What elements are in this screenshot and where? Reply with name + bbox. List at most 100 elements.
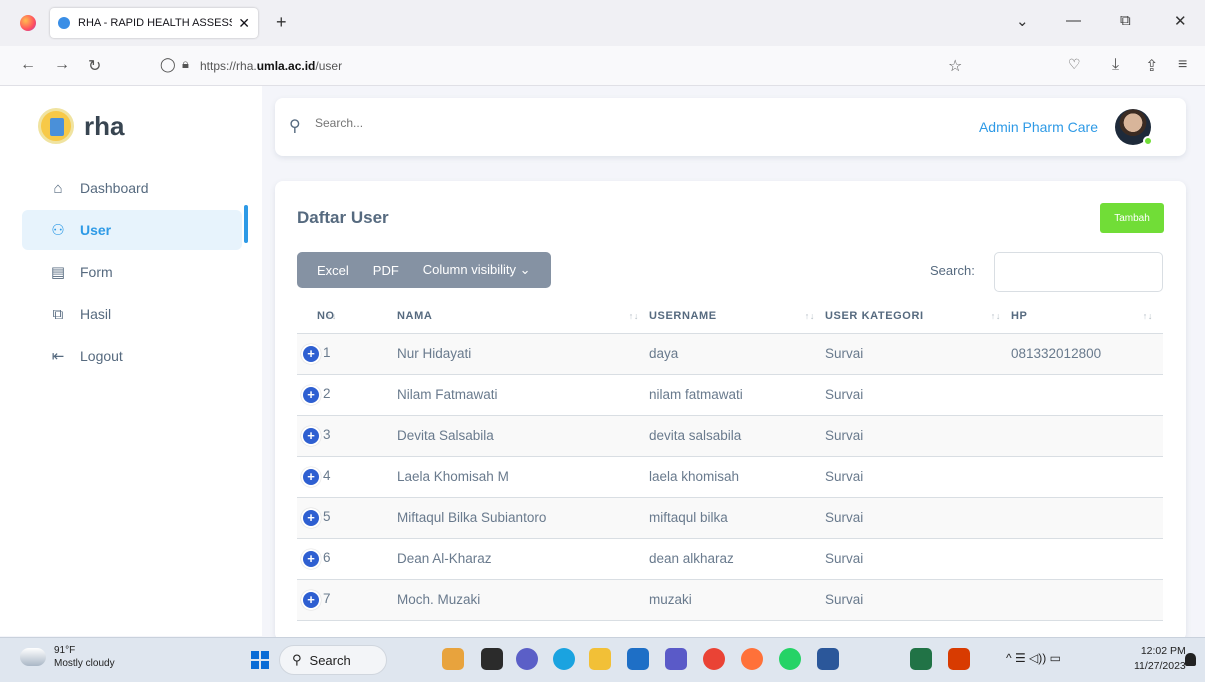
system-tray[interactable]: ^ ☰ ◁)) ▭	[1006, 651, 1061, 665]
table-row[interactable]: +4 Laela Khomisah M laela khomisah Surva…	[297, 456, 1163, 498]
expand-row-icon[interactable]: +	[303, 550, 319, 567]
logout-icon: ⇤	[51, 348, 65, 365]
brand[interactable]: rha	[38, 108, 124, 144]
cell-kategori: Survai	[825, 538, 1011, 580]
sort-icon: ↑↓	[326, 311, 337, 321]
clock[interactable]: 12:02 PM 11/27/2023	[1134, 644, 1186, 674]
column-visibility-button[interactable]: Column visibility ⌄	[411, 262, 543, 278]
lock-icon[interactable]: 🔒︎	[182, 56, 189, 72]
column-header-hp[interactable]: HP ↑↓	[1011, 299, 1163, 334]
cell-hp	[1011, 374, 1163, 416]
url-bar[interactable]: https://rha. umla.ac.id/user	[200, 54, 342, 78]
table-search-input[interactable]	[994, 252, 1163, 292]
sidebar-item-dashboard[interactable]: ⌂ Dashboard	[22, 168, 242, 208]
edge-icon[interactable]	[553, 648, 575, 670]
expand-row-icon[interactable]: +	[303, 386, 319, 403]
cell-kategori: Survai	[825, 374, 1011, 416]
sidebar-item-user[interactable]: ⚇ User	[22, 210, 242, 250]
reload-icon[interactable]: ↻	[88, 56, 101, 76]
new-tab-button[interactable]: +	[276, 12, 287, 33]
user-name[interactable]: Admin Pharm Care	[979, 119, 1098, 135]
maximize-button[interactable]: ⧉	[1120, 12, 1131, 29]
shield-icon[interactable]: ◯	[160, 56, 176, 73]
cell-kategori: Survai	[825, 456, 1011, 498]
cell-hp	[1011, 579, 1163, 621]
sidebar-item-label: User	[80, 222, 112, 238]
cell-nama: Nilam Fatmawati	[397, 374, 649, 416]
sidebar-menu: ⌂ Dashboard ⚇ User ▤ Form ⧉ Hasil ⇤ Logo…	[22, 168, 264, 378]
pocket-icon[interactable]: ♡	[1068, 56, 1081, 73]
cell-hp	[1011, 415, 1163, 457]
search-input[interactable]	[315, 116, 615, 130]
cell-nama: Miftaqul Bilka Subiantoro	[397, 497, 649, 539]
cell-hp	[1011, 497, 1163, 539]
sort-icon: ↑↓	[804, 311, 815, 321]
back-icon[interactable]: ←	[20, 56, 36, 74]
share-icon[interactable]: ⇪	[1145, 56, 1158, 76]
minimize-button[interactable]: —	[1066, 12, 1081, 29]
search-icon: ⚲	[292, 652, 302, 667]
cell-username: dean alkharaz	[649, 538, 825, 580]
clock-date: 11/27/2023	[1134, 660, 1186, 672]
column-header-kategori[interactable]: USER KATEGORI ↑↓	[825, 299, 1011, 334]
column-header-username[interactable]: USERNAME ↑↓	[649, 299, 825, 334]
firefox-icon[interactable]	[20, 15, 36, 31]
table-row[interactable]: +2 Nilam Fatmawati nilam fatmawati Surva…	[297, 374, 1163, 416]
form-icon: ▤	[50, 264, 66, 281]
firefox-taskbar-icon[interactable]	[741, 648, 763, 670]
notification-bell-icon[interactable]	[1185, 653, 1196, 666]
star-icon[interactable]: ☆	[948, 56, 962, 76]
sidebar-item-form[interactable]: ▤ Form	[22, 252, 242, 292]
widgets-app-icon[interactable]	[442, 648, 464, 670]
taskbar: 91°F Mostly cloudy ⚲ Search ^ ☰ ◁)) ▭ 12…	[0, 637, 1205, 682]
close-tab-icon[interactable]: ✕	[238, 15, 250, 32]
weather-widget[interactable]: 91°F Mostly cloudy	[20, 644, 115, 670]
close-window-button[interactable]: ✕	[1174, 12, 1187, 30]
word-icon[interactable]	[817, 648, 839, 670]
download-icon[interactable]: ⤓	[1112, 56, 1119, 74]
expand-row-icon[interactable]: +	[303, 509, 319, 526]
sort-icon: ↑↓	[990, 311, 1001, 321]
add-user-button[interactable]: Tambah	[1100, 203, 1164, 233]
excel-button[interactable]: Excel	[305, 263, 361, 278]
excel-icon[interactable]	[910, 648, 932, 670]
chrome-icon[interactable]	[703, 648, 725, 670]
windows-start-icon[interactable]	[251, 651, 269, 669]
expand-row-icon[interactable]: +	[303, 591, 319, 608]
chat-icon[interactable]	[516, 648, 538, 670]
pdf-button[interactable]: PDF	[361, 263, 411, 278]
task-view-icon[interactable]	[481, 648, 503, 670]
sidebar-item-logout[interactable]: ⇤ Logout	[22, 336, 242, 376]
forward-icon[interactable]: →	[54, 56, 70, 74]
sidebar: rha ⌂ Dashboard ⚇ User ▤ Form ⧉ Hasil ⇤ …	[0, 86, 262, 636]
browser-tab[interactable]: RHA - RAPID HEALTH ASSESSM ✕	[50, 8, 258, 38]
zoom-app-icon[interactable]	[665, 648, 687, 670]
sidebar-item-hasil[interactable]: ⧉ Hasil	[22, 294, 242, 334]
rha-logo-icon	[38, 108, 74, 144]
store-icon[interactable]	[627, 648, 649, 670]
table-row[interactable]: +3 Devita Salsabila devita salsabila Sur…	[297, 415, 1163, 457]
cell-hp	[1011, 538, 1163, 580]
taskbar-search-label: Search	[309, 652, 351, 668]
table-row[interactable]: +6 Dean Al-Kharaz dean alkharaz Survai	[297, 538, 1163, 580]
powerpoint-icon[interactable]	[948, 648, 970, 670]
expand-row-icon[interactable]: +	[303, 427, 319, 444]
url-prefix: https://rha.	[200, 59, 257, 73]
column-header-no[interactable]: NO ↑↓	[297, 299, 397, 334]
table-row[interactable]: +1 Nur Hidayati daya Survai 081332012800	[297, 333, 1163, 375]
sidebar-item-label: Dashboard	[80, 180, 149, 196]
expand-row-icon[interactable]: +	[303, 345, 319, 362]
cell-nama: Laela Khomisah M	[397, 456, 649, 498]
list-tabs-icon[interactable]: ⌄	[1016, 12, 1029, 30]
users-table: NO ↑↓ NAMA ↑↓ USERNAME ↑↓ USER KATEGORI ↑↓ H…	[297, 299, 1163, 621]
column-header-nama[interactable]: NAMA ↑↓	[397, 299, 649, 334]
table-row[interactable]: +5 Miftaqul Bilka Subiantoro miftaqul bi…	[297, 497, 1163, 539]
table-row[interactable]: +7 Moch. Muzaki muzaki Survai	[297, 579, 1163, 621]
cell-username: devita salsabila	[649, 415, 825, 457]
file-explorer-icon[interactable]	[589, 648, 611, 670]
menu-icon[interactable]: ≡	[1178, 56, 1187, 74]
copy-icon: ⧉	[52, 305, 64, 323]
taskbar-search[interactable]: ⚲ Search	[279, 645, 387, 675]
whatsapp-icon[interactable]	[779, 648, 801, 670]
expand-row-icon[interactable]: +	[303, 468, 319, 485]
